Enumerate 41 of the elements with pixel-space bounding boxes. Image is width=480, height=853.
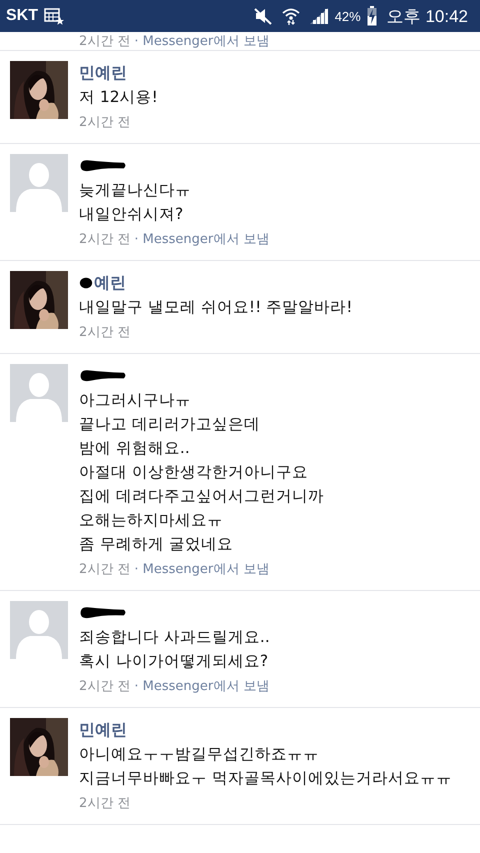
sender-name[interactable]: 예린	[94, 272, 126, 294]
default-avatar-icon	[10, 601, 68, 659]
message-text: 아그러시구나ㅠ	[79, 390, 192, 411]
message-text: 아절대 이상한생각한거아니구요	[79, 462, 309, 483]
time-label: 2시간 전	[79, 115, 130, 130]
sender-name[interactable]: 민예린	[79, 62, 127, 84]
time-label: 2시간 전	[79, 232, 130, 247]
source-label: · Messenger에서 보냄	[134, 679, 270, 694]
source-label: · Messenger에서 보냄	[134, 562, 270, 577]
calendar-icon	[44, 7, 64, 25]
time-label: 2시간 전	[79, 679, 130, 694]
default-avatar-icon	[10, 364, 68, 422]
battery-percent: 42%	[334, 8, 361, 24]
message-text: 끝나고 데리러가고싶은데	[79, 414, 261, 435]
message-text: 지금너무바빠요ㅜ 먹자골목사이에있는거라서요ㅠㅠ	[79, 768, 453, 789]
message-text: 좀 무례하게 굴었네요	[79, 534, 234, 555]
message-text: 오해는하지마세요ㅠ	[79, 510, 224, 531]
message-text: 죄송합니다 사과드릴게요..	[79, 627, 271, 648]
redaction-mark	[79, 276, 93, 290]
message-text: 아니예요ㅜㅜ밤길무섭긴하죠ㅠㅠ	[79, 744, 320, 765]
source-label: · Messenger에서 보냄	[134, 34, 270, 50]
source-label: · Messenger에서 보냄	[134, 232, 270, 247]
sender-name[interactable]: 민예린	[79, 720, 127, 740]
signal-icon	[308, 7, 329, 25]
message-text: 내일말구 낼모레 쉬어요!! 주말알바라!	[79, 297, 354, 318]
message-text: 혹시 나이가어떻게되세요?	[79, 651, 270, 672]
message-text: 집에 데려다주고싶어서그런거니까	[79, 486, 325, 507]
message-text: 늦게끝나신다ㅠ	[79, 180, 192, 201]
battery-icon	[366, 6, 377, 26]
carrier-label: SKT	[6, 7, 38, 25]
message-text: 저 12시용!	[79, 87, 159, 108]
mute-icon	[252, 7, 273, 25]
time-label: 2시간 전	[79, 34, 130, 50]
default-avatar-icon	[10, 154, 68, 212]
clock: 오후 10:42	[386, 6, 468, 28]
message-text: 밤에 위험해요..	[79, 438, 191, 459]
time-label: 2시간 전	[79, 325, 130, 340]
time-label: 2시간 전	[79, 562, 130, 577]
time-label: 2시간 전	[79, 796, 130, 811]
message-text: 내일안쉬시져?	[79, 204, 184, 225]
wifi-icon	[280, 6, 301, 26]
